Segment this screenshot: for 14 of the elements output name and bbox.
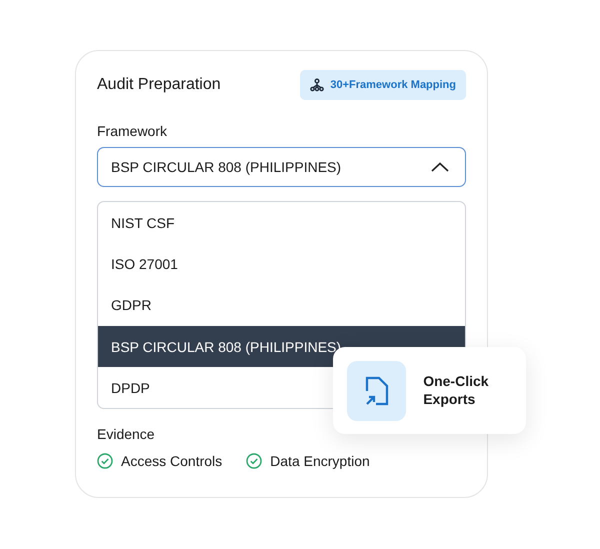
dropdown-option[interactable]: NIST CSF — [98, 202, 465, 244]
card-title: Audit Preparation — [97, 76, 221, 94]
hierarchy-icon — [310, 78, 324, 92]
dropdown-option[interactable]: GDPR — [98, 284, 465, 326]
dropdown-option[interactable]: ISO 27001 — [98, 243, 465, 285]
framework-mapping-badge: 30+Framework Mapping — [300, 70, 466, 100]
file-export-icon — [347, 360, 406, 420]
export-label: One-Click Exports — [423, 373, 490, 408]
section-label: Evidence — [97, 426, 156, 442]
framework-dropdown[interactable]: BSP CIRCULAR 808 (PHILIPPINES) — [97, 147, 466, 187]
field-label: Framework — [97, 123, 168, 139]
evidence-item: Access Controls — [121, 453, 222, 470]
evidence-item: Data Encryption — [270, 453, 370, 470]
caret-icon — [431, 162, 449, 172]
